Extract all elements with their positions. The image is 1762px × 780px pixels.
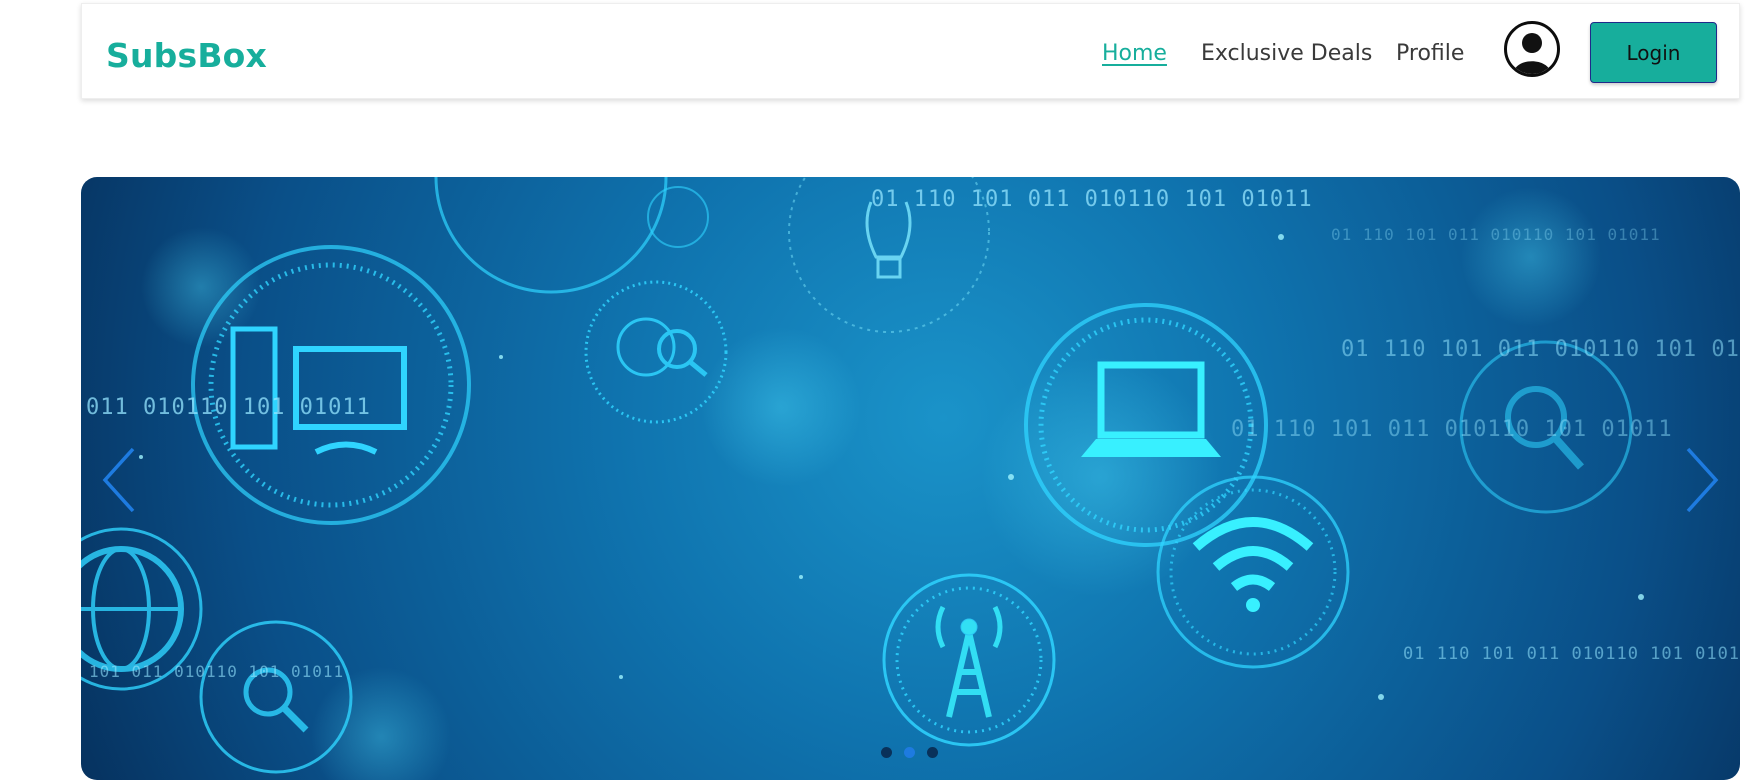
binary-text: 01 110 101 011 010110 101 01011 — [1341, 337, 1740, 362]
carousel-indicator-3[interactable] — [927, 747, 938, 758]
wifi-icon — [1156, 475, 1350, 669]
computer-icon — [191, 245, 471, 525]
nav-profile-link[interactable]: Profile — [1396, 41, 1464, 66]
profile-avatar[interactable] — [1504, 21, 1560, 77]
brand-logo[interactable]: SubsBox — [106, 36, 267, 75]
carousel-prev-button[interactable] — [99, 445, 139, 519]
carousel-next-button[interactable] — [1682, 445, 1722, 519]
chevron-left-icon — [102, 447, 135, 513]
carousel-indicator-2[interactable] — [904, 747, 915, 758]
antenna-tower-icon — [882, 573, 1056, 747]
nav-home-link[interactable]: Home — [1102, 41, 1167, 66]
carousel-indicators — [881, 747, 938, 758]
binary-text: 101 011 010110 101 01011 — [89, 662, 345, 681]
binary-text: 011 010110 101 01011 — [86, 395, 371, 420]
tech-network-background — [81, 177, 1644, 780]
nav-exclusive-deals-link[interactable]: Exclusive Deals — [1201, 41, 1372, 66]
carousel-indicator-1[interactable] — [881, 747, 892, 758]
globe-search-icon — [584, 280, 728, 424]
hero-carousel: 01 110 101 011 010110 101 01011 01 110 1… — [81, 177, 1740, 780]
user-silhouette-icon — [1513, 33, 1551, 74]
binary-text: 01 110 101 011 010110 101 01011 — [1403, 644, 1740, 664]
binary-text: 01 110 101 011 010110 101 01011 — [1231, 417, 1673, 442]
binary-text: 01 110 101 011 010110 101 01011 — [1331, 225, 1661, 244]
chevron-right-icon — [1686, 447, 1719, 513]
login-button[interactable]: Login — [1590, 22, 1717, 83]
top-navbar: SubsBox Home Exclusive Deals Profile Log… — [81, 3, 1740, 99]
binary-text: 01 110 101 011 010110 101 01011 — [871, 187, 1313, 212]
